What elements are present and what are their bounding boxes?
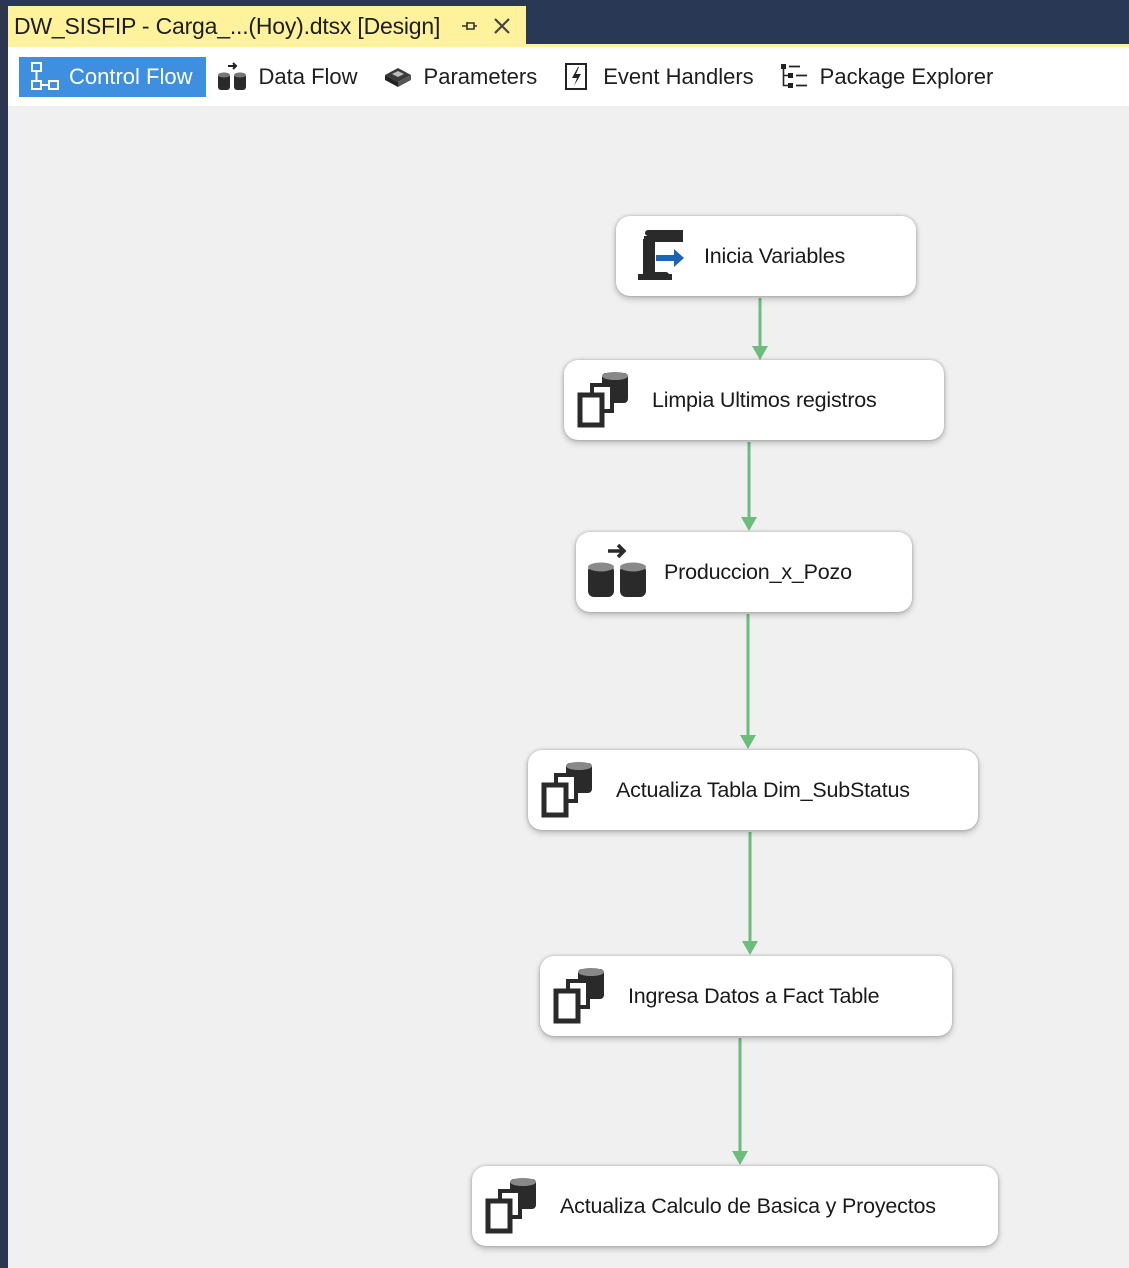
tab-label: Parameters bbox=[423, 63, 538, 89]
tab-data-flow[interactable]: Data Flow bbox=[206, 57, 371, 97]
close-icon[interactable] bbox=[492, 16, 512, 36]
task-limpia-ultimos-registros[interactable]: Limpia Ultimos registros bbox=[564, 360, 944, 440]
task-label: Limpia Ultimos registros bbox=[652, 387, 877, 412]
task-label: Actualiza Tabla Dim_SubStatus bbox=[616, 777, 910, 802]
task-actualiza-tabla-dim-substatus[interactable]: Actualiza Tabla Dim_SubStatus bbox=[528, 750, 978, 830]
pin-icon[interactable] bbox=[460, 17, 478, 35]
execute-sql-task-icon bbox=[553, 968, 604, 1024]
designer-tab-bar: Control Flow Data Flow Parameters Event … bbox=[8, 47, 1129, 106]
data-flow-icon bbox=[216, 61, 248, 93]
execute-sql-task-icon bbox=[541, 762, 592, 818]
task-inicia-variables[interactable]: Inicia Variables bbox=[616, 216, 916, 296]
tab-label: Control Flow bbox=[69, 63, 193, 89]
event-handlers-icon bbox=[561, 61, 593, 93]
tab-control-flow[interactable]: Control Flow bbox=[19, 56, 207, 97]
data-flow-task-icon bbox=[588, 543, 646, 597]
document-tab-strip: DW_SISFIP - Carga_...(Hoy).dtsx [Design] bbox=[0, 0, 1129, 46]
task-label: Actualiza Calculo de Basica y Proyectos bbox=[560, 1193, 936, 1218]
control-flow-icon bbox=[29, 61, 61, 93]
tab-parameters[interactable]: Parameters bbox=[372, 57, 552, 97]
window-frame bbox=[0, 0, 8, 1268]
control-flow-canvas[interactable] bbox=[8, 106, 1129, 1268]
package-explorer-icon bbox=[778, 61, 810, 93]
document-tab[interactable]: DW_SISFIP - Carga_...(Hoy).dtsx [Design] bbox=[8, 6, 526, 46]
execute-sql-task-icon bbox=[577, 372, 628, 428]
tab-label: Data Flow bbox=[258, 63, 358, 89]
tab-label: Event Handlers bbox=[603, 63, 754, 89]
tab-event-handlers[interactable]: Event Handlers bbox=[551, 57, 767, 97]
task-label: Produccion_x_Pozo bbox=[664, 559, 852, 584]
execute-sql-task-icon bbox=[485, 1178, 536, 1234]
task-label: Inicia Variables bbox=[704, 243, 846, 268]
task-produccion-x-pozo[interactable]: Produccion_x_Pozo bbox=[576, 532, 912, 612]
parameters-icon bbox=[382, 61, 414, 93]
tab-package-explorer[interactable]: Package Explorer bbox=[768, 57, 1008, 97]
tab-label: Package Explorer bbox=[819, 63, 994, 89]
task-label: Ingresa Datos a Fact Table bbox=[628, 983, 880, 1008]
document-tab-title: DW_SISFIP - Carga_...(Hoy).dtsx [Design] bbox=[14, 12, 441, 39]
task-actualiza-calculo-de-basica-y-proyectos[interactable]: Actualiza Calculo de Basica y Proyectos bbox=[472, 1166, 998, 1246]
task-ingresa-datos-a-fact-table[interactable]: Ingresa Datos a Fact Table bbox=[540, 956, 952, 1036]
script-task-icon bbox=[638, 230, 684, 280]
